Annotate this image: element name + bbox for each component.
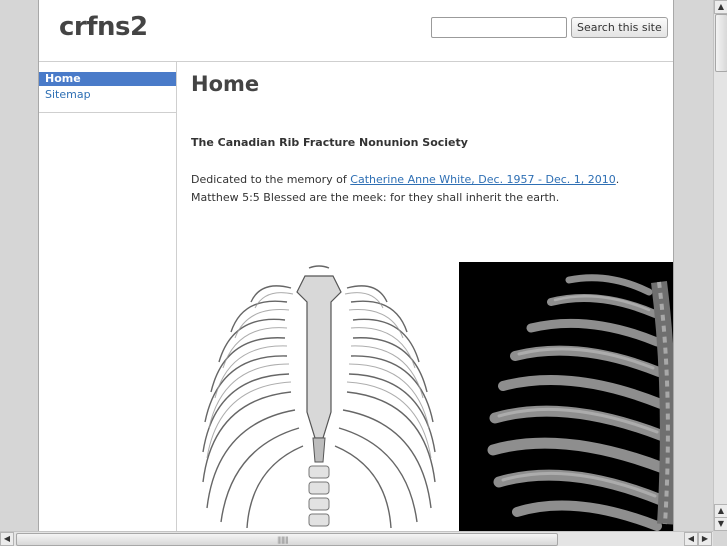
sidebar-nav: Home Sitemap	[39, 62, 176, 113]
vertical-scrollbar[interactable]: ▲ ▲ ▼	[713, 0, 727, 531]
scroll-left-small-icon[interactable]: ◀	[684, 532, 698, 546]
ct-scan-image	[459, 262, 673, 531]
dedication-prefix: Dedicated to the memory of	[191, 173, 351, 186]
dedication-suffix: .	[615, 173, 620, 186]
horizontal-scrollbar[interactable]: ◀ |||||||| ◀ ▶	[0, 531, 713, 546]
sidebar-item-sitemap[interactable]: Sitemap	[39, 88, 176, 102]
scroll-grip-icon: ||||||||	[277, 536, 289, 544]
verse-text: Matthew 5:5 Blessed are the meek: for th…	[191, 191, 560, 204]
ribcage-illustration	[191, 262, 453, 531]
dedication-text: Dedicated to the memory of Catherine Ann…	[191, 173, 619, 186]
scroll-up-icon[interactable]: ▲	[714, 0, 727, 14]
page-title: Home	[191, 72, 260, 96]
page-container: crfns2 Search this site Home Sitemap Hom…	[38, 0, 674, 531]
scroll-left-icon[interactable]: ◀	[0, 532, 14, 546]
sidebar-item-home[interactable]: Home	[39, 72, 176, 86]
scroll-down-icon[interactable]: ▼	[714, 517, 727, 531]
search-input[interactable]	[431, 17, 567, 38]
vertical-scroll-thumb[interactable]	[715, 14, 727, 72]
search-button[interactable]: Search this site	[571, 17, 668, 38]
site-title[interactable]: crfns2	[59, 12, 148, 42]
sidebar-divider	[176, 62, 177, 531]
scroll-right-icon[interactable]: ▶	[698, 532, 712, 546]
scroll-up-small-icon[interactable]: ▲	[714, 504, 727, 518]
org-name: The Canadian Rib Fracture Nonunion Socie…	[191, 136, 468, 149]
site-header: crfns2 Search this site	[39, 0, 673, 62]
memorial-link[interactable]: Catherine Anne White, Dec. 1957 - Dec. 1…	[350, 173, 616, 186]
horizontal-scroll-thumb[interactable]: ||||||||	[16, 533, 558, 546]
